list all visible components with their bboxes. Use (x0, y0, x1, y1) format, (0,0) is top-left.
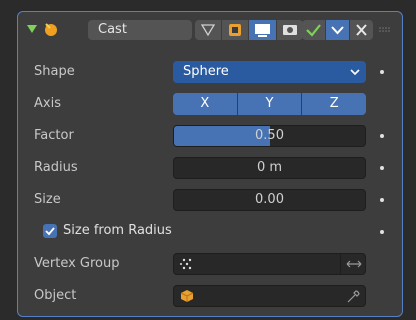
size-from-radius-checkbox[interactable] (43, 224, 57, 238)
visibility-toggles (195, 20, 303, 40)
edit-mode-button[interactable] (222, 20, 248, 40)
dropdown-menu-button[interactable] (326, 20, 349, 40)
size-value: 0.00 (255, 192, 284, 207)
close-button[interactable] (350, 20, 373, 40)
modifier-actions (302, 20, 374, 40)
size-field[interactable]: 0.00 (173, 189, 366, 211)
radius-label: Radius (34, 160, 78, 175)
axis-x-toggle[interactable]: X (173, 93, 237, 115)
viewport-display-button[interactable] (249, 20, 276, 40)
axis-y-toggle[interactable]: Y (237, 93, 302, 115)
factor-value: 0.50 (255, 128, 284, 143)
vertex-group-divider (340, 254, 341, 274)
keyframe-dot-size[interactable] (380, 198, 384, 202)
vertex-group-icon (180, 258, 192, 270)
render-button[interactable] (277, 20, 303, 40)
shape-dropdown[interactable]: Sphere (173, 61, 366, 83)
edit-mode-cage-icon (200, 24, 216, 37)
keyframe-dot-radius[interactable] (380, 166, 384, 170)
apply-check-icon (306, 24, 321, 37)
expand-arrow-icon[interactable] (27, 25, 37, 33)
close-icon (356, 24, 367, 36)
vertex-group-field[interactable] (173, 253, 366, 275)
factor-slider[interactable]: 0.50 (173, 125, 366, 147)
radius-value: 0 m (256, 160, 283, 175)
size-from-radius-label[interactable]: Size from Radius (63, 223, 172, 238)
keyframe-dot-shape[interactable] (380, 70, 384, 74)
edit-mode-cage-button[interactable] (195, 20, 221, 40)
modifier-header: Cast (18, 12, 402, 47)
factor-label: Factor (34, 128, 74, 143)
dropdown-menu-icon (331, 26, 344, 35)
viewport-display-icon (255, 24, 270, 37)
object-field[interactable] (173, 285, 366, 307)
eyedropper-icon[interactable] (346, 290, 360, 304)
keyframe-dot-size-from-radius[interactable] (380, 230, 384, 234)
keyframe-dot-factor[interactable] (380, 134, 384, 138)
edit-mode-icon (229, 24, 241, 36)
vertex-group-label: Vertex Group (34, 256, 120, 271)
chevron-down-icon (350, 69, 360, 76)
size-label: Size (34, 192, 61, 207)
object-label: Object (34, 288, 77, 303)
shape-label: Shape (34, 64, 75, 79)
modifier-name-field[interactable]: Cast (88, 20, 192, 40)
axis-toggle-group: X Y Z (173, 93, 367, 115)
cast-modifier-icon (45, 23, 57, 36)
render-icon (283, 25, 297, 35)
apply-button[interactable] (302, 20, 325, 40)
invert-arrows-icon[interactable] (346, 259, 362, 269)
axis-label: Axis (34, 96, 61, 111)
shape-value: Sphere (183, 64, 229, 79)
axis-z-toggle[interactable]: Z (302, 93, 367, 115)
drag-grip-icon[interactable] (379, 27, 391, 33)
radius-field[interactable]: 0 m (173, 157, 366, 179)
checkmark-icon (45, 227, 55, 236)
cast-modifier-panel: Cast Shape Sphere Axis X Y Z Factor 0.50… (17, 11, 403, 317)
object-icon (180, 290, 194, 302)
